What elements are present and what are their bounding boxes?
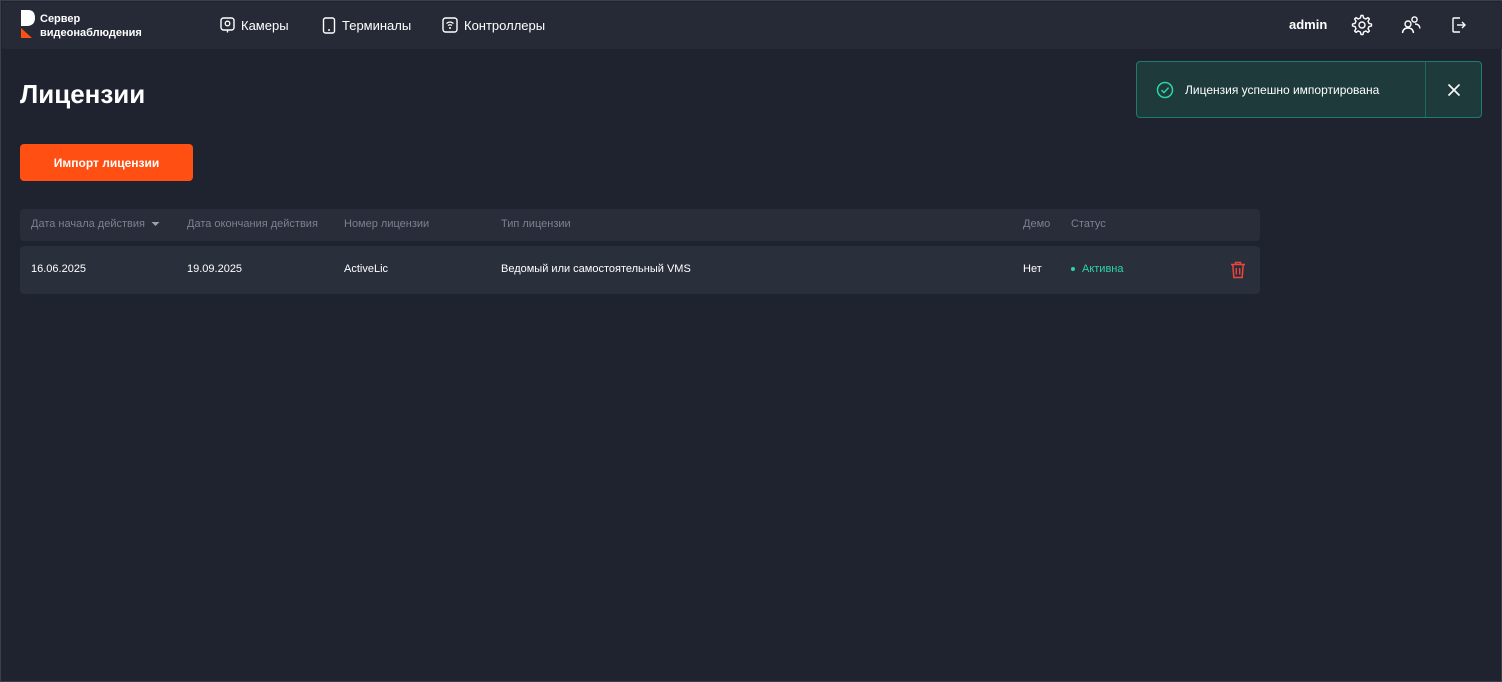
nav-cameras-label: Камеры (241, 17, 289, 33)
cell-end-date: 19.09.2025 (187, 263, 243, 275)
users-button[interactable] (1400, 14, 1422, 36)
top-header: Сервер видеонаблюдения Камеры Терминалы (2, 2, 1502, 49)
logo-icon (21, 10, 35, 38)
camera-icon (220, 17, 235, 33)
toast-divider (1425, 62, 1426, 117)
success-toast: Лицензия успешно импортирована (1136, 61, 1482, 118)
logo-text: Сервер видеонаблюдения (40, 13, 142, 39)
table-header: Дата начала действия Дата окончания дейс… (20, 209, 1260, 241)
users-icon (1401, 16, 1421, 34)
nav-controllers-label: Контроллеры (464, 17, 546, 33)
column-status[interactable]: Статус (1071, 218, 1106, 230)
trash-icon (1231, 261, 1245, 279)
app-logo[interactable]: Сервер видеонаблюдения (20, 9, 160, 41)
current-user: admin (1289, 17, 1328, 32)
column-type[interactable]: Тип лицензии (501, 218, 571, 230)
import-license-button[interactable]: Импорт лицензии (20, 144, 193, 181)
cell-start-date: 16.06.2025 (31, 263, 87, 275)
close-icon (1447, 83, 1461, 97)
logout-icon (1452, 17, 1466, 33)
controller-icon (442, 17, 458, 33)
column-number[interactable]: Номер лицензии (344, 218, 429, 230)
sort-desc-icon (151, 222, 160, 226)
delete-license-button[interactable] (1229, 260, 1247, 280)
toast-message: Лицензия успешно импортирована (1185, 83, 1380, 97)
page-title: Лицензии (20, 79, 146, 109)
nav-cameras[interactable]: Камеры (220, 15, 289, 35)
table-row: 16.06.2025 19.09.2025 ActiveLic Ведомый … (20, 246, 1260, 294)
logout-button[interactable] (1448, 14, 1470, 36)
toast-close-button[interactable] (1445, 81, 1463, 99)
cell-number: ActiveLic (344, 263, 389, 275)
cell-type: Ведомый или самостоятельный VMS (501, 263, 691, 275)
status-dot-icon (1071, 267, 1075, 271)
cell-demo: Нет (1023, 263, 1042, 275)
column-start-date[interactable]: Дата начала действия (31, 218, 160, 230)
settings-button[interactable] (1351, 14, 1373, 36)
nav-controllers[interactable]: Контроллеры (442, 15, 545, 35)
app-window: Сервер видеонаблюдения Камеры Терминалы (0, 0, 1502, 682)
gear-icon (1351, 14, 1373, 36)
nav-terminals-label: Терминалы (342, 17, 412, 33)
status-badge: Активна (1071, 263, 1124, 275)
column-demo[interactable]: Демо (1023, 218, 1050, 230)
column-end-date[interactable]: Дата окончания действия (187, 218, 318, 230)
nav-terminals[interactable]: Терминалы (322, 15, 411, 35)
tablet-icon (322, 16, 336, 34)
check-circle-icon (1156, 81, 1174, 99)
